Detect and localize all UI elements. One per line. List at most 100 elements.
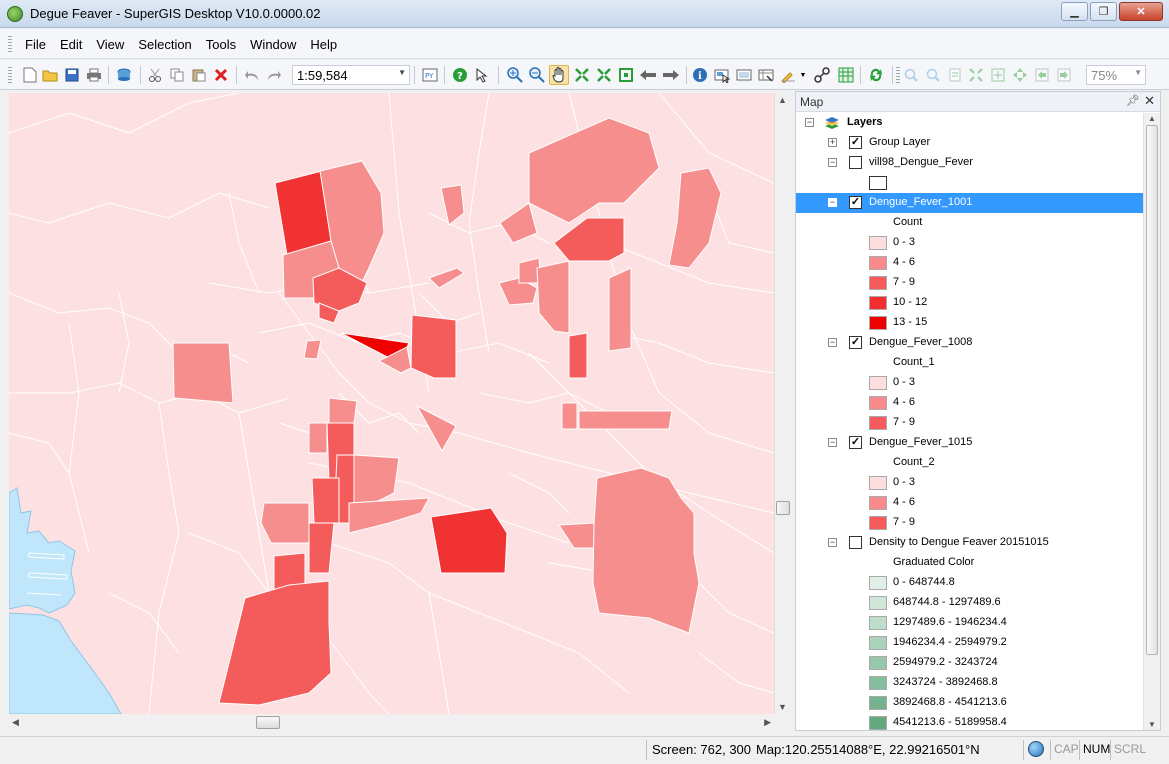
pin-icon[interactable]: 📌︎ — [1126, 94, 1140, 107]
layers-root[interactable]: − Layers — [796, 113, 1144, 133]
legend-swatch — [869, 256, 887, 270]
print-icon[interactable] — [84, 65, 104, 85]
layout-back-icon[interactable] — [1032, 65, 1052, 85]
legend-field: Count — [796, 213, 1144, 233]
scroll-up-icon[interactable]: ▲ — [778, 95, 787, 105]
map-canvas[interactable] — [9, 93, 774, 714]
measure-icon[interactable] — [812, 65, 832, 85]
scroll-up-icon[interactable]: ▲ — [1148, 114, 1156, 123]
open-folder-icon[interactable] — [40, 65, 60, 85]
map-vertical-scrollbar[interactable]: ▲ ▼ — [774, 93, 791, 714]
legend-swatch — [869, 656, 887, 670]
density-field: Graduated Color — [893, 556, 975, 568]
dengue-1015-checkbox[interactable]: ✓ — [849, 436, 862, 449]
layout-forward-icon[interactable] — [1054, 65, 1074, 85]
add-data-icon[interactable] — [114, 65, 134, 85]
menu-help[interactable]: Help — [303, 36, 344, 53]
scroll-down-icon[interactable]: ▼ — [778, 702, 787, 712]
collapse-icon[interactable]: − — [828, 538, 837, 547]
edit-dropdown-icon[interactable]: ▼ — [798, 65, 808, 85]
back-arrow-icon[interactable] — [638, 65, 658, 85]
map-horizontal-scrollbar[interactable]: ◀ ▶ — [9, 714, 774, 731]
scale-dropdown[interactable]: 1:59,584 ▼ — [292, 65, 410, 85]
layer-vill98[interactable]: − vill98_Dengue_Fever — [796, 153, 1144, 173]
layer-group[interactable]: + ✓ Group Layer — [796, 133, 1144, 153]
whats-this-icon[interactable] — [472, 65, 492, 85]
layout-toolbar-grip[interactable] — [896, 67, 900, 85]
legend-swatch — [869, 236, 887, 250]
density-checkbox[interactable] — [849, 536, 862, 549]
menu-view[interactable]: View — [89, 36, 131, 53]
toolbar-grip[interactable] — [8, 67, 12, 85]
legend-swatch — [869, 676, 887, 690]
layer-dengue-fever-1008[interactable]: − ✓ Dengue_Fever_1008 — [796, 333, 1144, 353]
layout-zoom-in-icon[interactable] — [901, 65, 921, 85]
delete-icon[interactable] — [211, 65, 231, 85]
grid-icon[interactable] — [836, 65, 856, 85]
copy-icon[interactable] — [167, 65, 187, 85]
help-icon[interactable]: ? — [450, 65, 470, 85]
zoom-out-icon[interactable] — [527, 65, 547, 85]
layer-dengue-fever-1001[interactable]: − ✓ Dengue_Fever_1001 — [796, 193, 1144, 213]
menu-grip[interactable] — [8, 36, 12, 52]
redo-icon[interactable] — [264, 65, 284, 85]
collapse-icon[interactable]: − — [805, 118, 814, 127]
scroll-left-icon[interactable]: ◀ — [12, 717, 19, 728]
dengue-1008-checkbox[interactable]: ✓ — [849, 336, 862, 349]
full-extent-icon[interactable] — [572, 65, 592, 85]
expand-icon[interactable]: + — [828, 138, 837, 147]
close-button[interactable]: ✕ — [1119, 2, 1163, 21]
table-of-contents-panel: Map 📌︎ ✕ − Layers + ✓ Group Layer − vill… — [795, 91, 1161, 731]
legend-item: 0 - 3 — [796, 373, 1144, 393]
toc-scroll-thumb[interactable] — [1146, 125, 1158, 655]
clear-selection-icon[interactable] — [734, 65, 754, 85]
pan-hand-icon[interactable] — [549, 65, 569, 85]
toc-vertical-scrollbar[interactable]: ▲ ▼ — [1143, 113, 1160, 730]
legend-swatch — [869, 396, 887, 410]
menu-file[interactable]: File — [18, 36, 53, 53]
collapse-icon[interactable]: − — [828, 158, 837, 167]
menu-window[interactable]: Window — [243, 36, 303, 53]
map-view[interactable] — [9, 93, 774, 714]
undo-icon[interactable] — [242, 65, 262, 85]
cut-icon[interactable] — [145, 65, 165, 85]
save-icon[interactable] — [62, 65, 82, 85]
zoom-in-icon[interactable] — [505, 65, 525, 85]
layout-move-icon[interactable] — [1010, 65, 1030, 85]
layer-dengue-fever-1015[interactable]: − ✓ Dengue_Fever_1015 — [796, 433, 1144, 453]
collapse-icon[interactable]: − — [828, 438, 837, 447]
menu-tools[interactable]: Tools — [199, 36, 243, 53]
minimize-button[interactable]: ▁ — [1061, 2, 1088, 21]
menu-selection[interactable]: Selection — [131, 36, 198, 53]
paste-icon[interactable] — [189, 65, 209, 85]
new-document-icon[interactable] — [20, 65, 40, 85]
menu-edit[interactable]: Edit — [53, 36, 89, 53]
map-vertical-scroll-thumb[interactable] — [776, 501, 790, 515]
select-features-icon[interactable] — [712, 65, 732, 85]
fixed-zoom-in-icon[interactable] — [594, 65, 614, 85]
layout-pan-icon[interactable] — [945, 65, 965, 85]
edit-tool-icon[interactable] — [778, 65, 798, 85]
scroll-down-icon[interactable]: ▼ — [1148, 720, 1156, 729]
close-icon[interactable]: ✕ — [1144, 93, 1155, 109]
refresh-icon[interactable] — [866, 65, 886, 85]
collapse-icon[interactable]: − — [828, 198, 837, 207]
scroll-right-icon[interactable]: ▶ — [764, 717, 771, 728]
attribute-table-icon[interactable] — [756, 65, 776, 85]
layout-fixed-zoom-icon[interactable] — [988, 65, 1008, 85]
density-label: Density to Dengue Feaver 20151015 — [869, 536, 1049, 548]
vill98-checkbox[interactable] — [849, 156, 862, 169]
forward-arrow-icon[interactable] — [661, 65, 681, 85]
layout-zoom-dropdown[interactable]: 75% ▼ — [1086, 65, 1146, 85]
fixed-zoom-out-icon[interactable] — [616, 65, 636, 85]
map-horizontal-scroll-thumb[interactable] — [256, 716, 280, 729]
python-icon[interactable]: PY — [420, 65, 440, 85]
group-layer-checkbox[interactable]: ✓ — [849, 136, 862, 149]
layout-full-page-icon[interactable] — [966, 65, 986, 85]
dengue-1001-checkbox[interactable]: ✓ — [849, 196, 862, 209]
identify-icon[interactable]: i — [690, 65, 710, 85]
layout-zoom-out-icon[interactable] — [923, 65, 943, 85]
maximize-button[interactable]: ❐ — [1090, 2, 1117, 21]
collapse-icon[interactable]: − — [828, 338, 837, 347]
layer-density[interactable]: − Density to Dengue Feaver 20151015 — [796, 533, 1144, 553]
